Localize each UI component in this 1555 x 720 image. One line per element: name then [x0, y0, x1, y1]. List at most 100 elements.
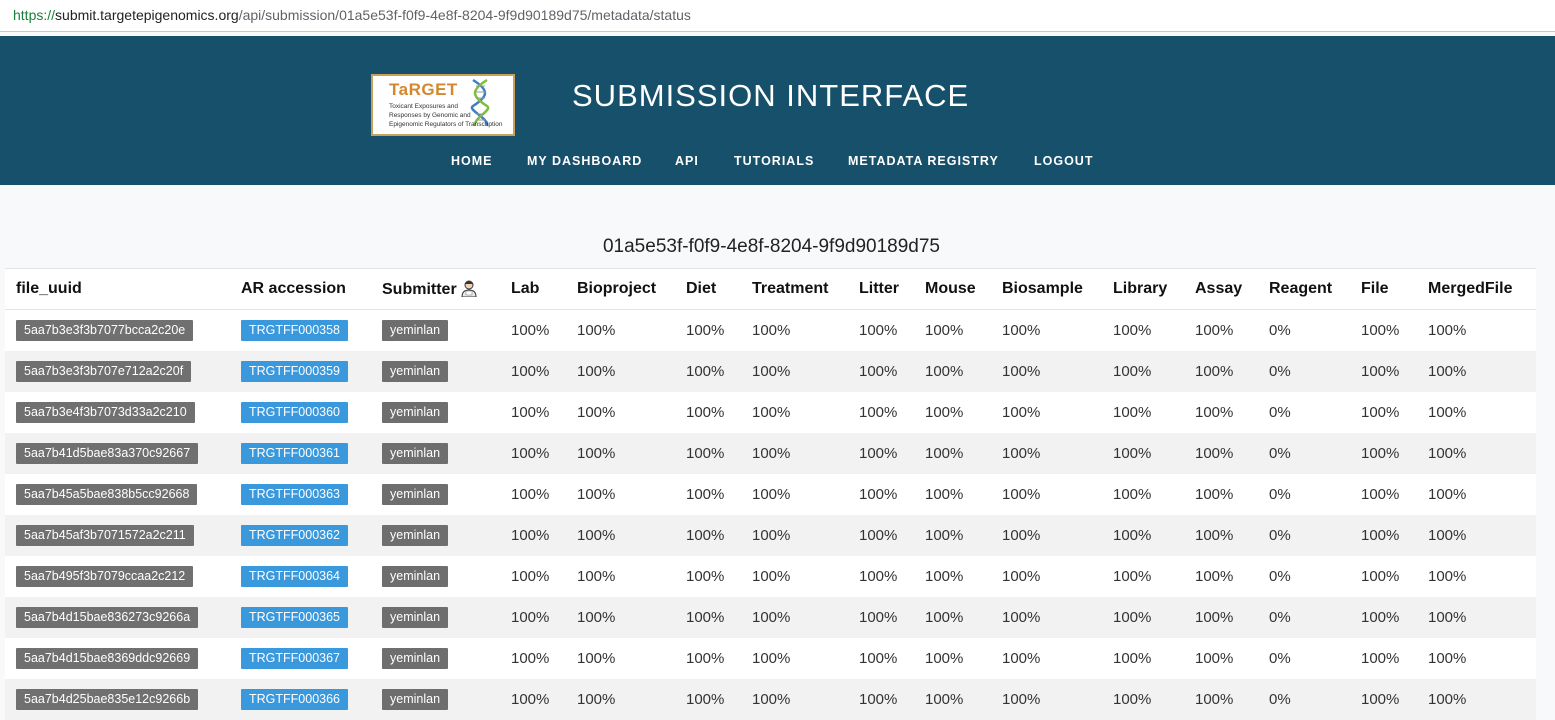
table-row: 5aa7b3e4f3b7073d33a2c210 TRGTFF000360 ye… — [5, 391, 1536, 433]
site-header: TaRGET Toxicant Exposures and Responses … — [0, 36, 1555, 185]
col-header-ar-accession[interactable]: AR accession — [230, 268, 371, 310]
library-status: 100% — [1102, 309, 1184, 351]
accession-link[interactable]: TRGTFF000366 — [241, 688, 349, 710]
url-text[interactable]: https://submit.targetepigenomics.org/api… — [13, 7, 691, 23]
file-status: 100% — [1350, 555, 1417, 597]
col-header-assay[interactable]: Assay — [1184, 268, 1258, 310]
treatment-status: 100% — [741, 391, 848, 433]
bioproject-status: 100% — [566, 555, 675, 597]
col-header-litter[interactable]: Litter — [848, 268, 914, 310]
col-header-lab[interactable]: Lab — [500, 268, 566, 310]
accession-link[interactable]: TRGTFF000359 — [241, 360, 349, 382]
file-status: 100% — [1350, 678, 1417, 720]
logo-title: TaRGET — [389, 80, 458, 99]
diet-status: 100% — [675, 637, 741, 679]
submitter-tag: yeminlan — [382, 483, 449, 505]
submitter-tag: yeminlan — [382, 647, 449, 669]
biosample-status: 100% — [991, 473, 1102, 515]
mergedfile-status: 100% — [1417, 596, 1536, 638]
bioproject-status: 100% — [566, 350, 675, 392]
file-status: 100% — [1350, 391, 1417, 433]
file-uuid-tag: 5aa7b41d5bae83a370c92667 — [16, 442, 199, 464]
mouse-status: 100% — [914, 514, 991, 556]
col-header-submitter[interactable]: Submitter — [371, 268, 500, 310]
accession-link[interactable]: TRGTFF000365 — [241, 606, 349, 628]
submission-id: 01a5e53f-f0f9-4e8f-8204-9f9d90189d75 — [602, 236, 940, 257]
assay-status: 100% — [1184, 678, 1258, 720]
file-uuid-tag: 5aa7b3e3f3b7077bcca2c20e — [16, 319, 194, 341]
library-status: 100% — [1102, 637, 1184, 679]
library-status: 100% — [1102, 391, 1184, 433]
lab-status: 100% — [500, 350, 566, 392]
assay-status: 100% — [1184, 391, 1258, 433]
accession-link[interactable]: TRGTFF000361 — [241, 442, 349, 464]
treatment-status: 100% — [741, 555, 848, 597]
nav-my-dashboard[interactable]: MY DASHBOARD — [527, 154, 642, 168]
treatment-status: 100% — [741, 514, 848, 556]
accession-link[interactable]: TRGTFF000362 — [241, 524, 349, 546]
mouse-status: 100% — [914, 473, 991, 515]
target-logo[interactable]: TaRGET Toxicant Exposures and Responses … — [371, 74, 515, 136]
treatment-status: 100% — [741, 309, 848, 351]
mergedfile-status: 100% — [1417, 678, 1536, 720]
main-nav: HOME MY DASHBOARD API TUTORIALS METADATA… — [0, 154, 1555, 174]
diet-status: 100% — [675, 391, 741, 433]
file-uuid-tag: 5aa7b495f3b7079ccaa2c212 — [16, 565, 194, 587]
nav-logout[interactable]: LOGOUT — [1034, 154, 1093, 168]
reagent-status: 0% — [1258, 473, 1350, 515]
file-uuid-tag: 5aa7b45a5bae838b5cc92668 — [16, 483, 198, 505]
accession-link[interactable]: TRGTFF000367 — [241, 647, 349, 669]
col-header-file[interactable]: File — [1350, 268, 1417, 310]
file-status: 100% — [1350, 596, 1417, 638]
col-header-diet[interactable]: Diet — [675, 268, 741, 310]
logo-line-1: Toxicant Exposures and — [389, 103, 459, 110]
col-header-file-uuid[interactable]: file_uuid — [5, 268, 230, 310]
col-header-treatment[interactable]: Treatment — [741, 268, 848, 310]
url-path: /api/submission/01a5e53f-f0f9-4e8f-8204-… — [238, 7, 691, 23]
reagent-status: 0% — [1258, 514, 1350, 556]
assay-status: 100% — [1184, 309, 1258, 351]
nav-api[interactable]: API — [675, 154, 699, 168]
biosample-status: 100% — [991, 596, 1102, 638]
file-uuid-tag: 5aa7b4d15bae8369ddc92669 — [16, 647, 199, 669]
litter-status: 100% — [848, 391, 914, 433]
status-table: file_uuid AR accession Submitter Lab Bio… — [5, 268, 1536, 720]
nav-tutorials[interactable]: TUTORIALS — [734, 154, 814, 168]
lab-status: 100% — [500, 678, 566, 720]
logo-line-2: Responses by Genomic and — [389, 112, 471, 119]
lab-status: 100% — [500, 309, 566, 351]
col-header-mergedfile[interactable]: MergedFile — [1417, 268, 1536, 310]
assay-status: 100% — [1184, 555, 1258, 597]
litter-status: 100% — [848, 473, 914, 515]
accession-link[interactable]: TRGTFF000364 — [241, 565, 349, 587]
lab-status: 100% — [500, 391, 566, 433]
col-header-mouse[interactable]: Mouse — [914, 268, 991, 310]
file-status: 100% — [1350, 637, 1417, 679]
reagent-status: 0% — [1258, 309, 1350, 351]
reagent-status: 0% — [1258, 596, 1350, 638]
reagent-status: 0% — [1258, 555, 1350, 597]
treatment-status: 100% — [741, 637, 848, 679]
col-header-bioproject[interactable]: Bioproject — [566, 268, 675, 310]
mouse-status: 100% — [914, 596, 991, 638]
library-status: 100% — [1102, 350, 1184, 392]
biosample-status: 100% — [991, 350, 1102, 392]
mergedfile-status: 100% — [1417, 350, 1536, 392]
table-row: 5aa7b41d5bae83a370c92667 TRGTFF000361 ye… — [5, 432, 1536, 474]
diet-status: 100% — [675, 514, 741, 556]
nav-home[interactable]: HOME — [451, 154, 493, 168]
col-header-reagent[interactable]: Reagent — [1258, 268, 1350, 310]
diet-status: 100% — [675, 596, 741, 638]
accession-link[interactable]: TRGTFF000363 — [241, 483, 349, 505]
mouse-status: 100% — [914, 350, 991, 392]
nav-metadata-registry[interactable]: METADATA REGISTRY — [848, 154, 999, 168]
col-header-biosample[interactable]: Biosample — [991, 268, 1102, 310]
address-bar[interactable]: https://submit.targetepigenomics.org/api… — [0, 0, 1555, 32]
mouse-status: 100% — [914, 309, 991, 351]
accession-link[interactable]: TRGTFF000360 — [241, 401, 349, 423]
col-header-library[interactable]: Library — [1102, 268, 1184, 310]
bioproject-status: 100% — [566, 309, 675, 351]
assay-status: 100% — [1184, 432, 1258, 474]
mergedfile-status: 100% — [1417, 391, 1536, 433]
accession-link[interactable]: TRGTFF000358 — [241, 319, 349, 341]
